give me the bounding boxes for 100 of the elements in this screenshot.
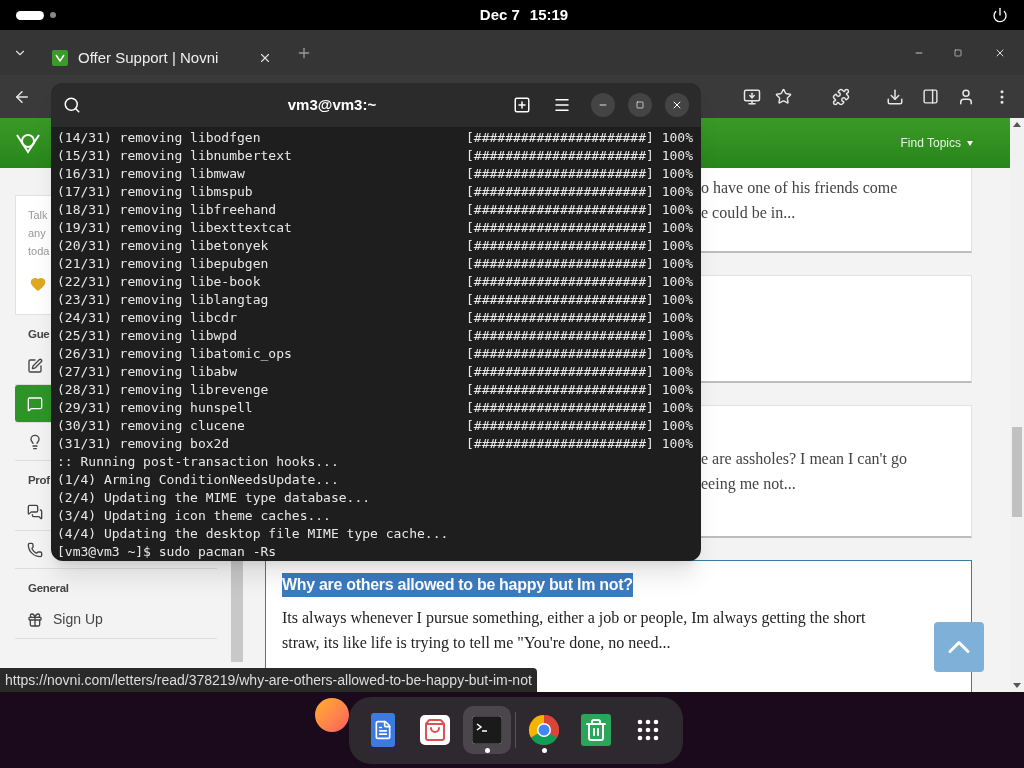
extensions-icon[interactable] <box>832 87 850 106</box>
site-favicon <box>52 50 68 66</box>
lightbulb-icon <box>27 433 43 450</box>
terminal-line: (21/31) removing libepubgen <box>57 255 270 273</box>
date-text[interactable]: Dec 7 <box>479 3 520 27</box>
terminal-line: (17/31) removing libmspub <box>57 183 254 201</box>
terminal-line: (23/31) removing liblangtag <box>57 291 270 309</box>
post-excerpt: Its always whenever I pursue something, either a job or people, Im always getting the short <box>282 608 866 629</box>
sidebar-scrollbar[interactable] <box>231 561 243 662</box>
progress-text: [######################] 100% <box>466 201 693 219</box>
document-icon <box>371 713 395 747</box>
chat-bubbles-icon <box>27 503 43 520</box>
close-tab-icon[interactable] <box>258 51 272 65</box>
post-card[interactable]: o have one of his friends come e could be in... <box>701 168 972 253</box>
clock-text[interactable]: 15:19 <box>529 3 569 27</box>
progress-text: [######################] 100% <box>466 183 693 201</box>
phone-icon <box>27 541 43 558</box>
progress-text: [######################] 100% <box>466 309 693 327</box>
terminal-line: (31/31) removing box2d <box>57 435 231 453</box>
post-excerpt: e could be in... <box>701 202 796 223</box>
section-heading: General <box>28 581 69 596</box>
progress-text: [######################] 100% <box>466 291 693 309</box>
site-logo-icon[interactable] <box>15 132 41 154</box>
post-card[interactable]: e are assholes? I mean I can't go eeing me not... <box>701 405 972 538</box>
new-tab-icon[interactable] <box>513 96 531 114</box>
intro-text: Talk <box>28 208 48 223</box>
terminal-line: (22/31) removing libe-book <box>57 273 262 291</box>
terminal-icon <box>472 716 502 744</box>
terminal-line: [vm3@vm3 ~]$ sudo pacman -Rs <box>57 543 278 561</box>
sidebar-item[interactable]: Sign Up <box>15 601 217 638</box>
terminal-line: (18/31) removing libfreehand <box>57 201 278 219</box>
intro-text: toda <box>28 244 50 259</box>
terminal-line: (4/4) Updating the desktop file MIME type cache... <box>57 525 450 543</box>
maximize-icon <box>636 101 644 109</box>
search-icon[interactable] <box>63 96 81 114</box>
progress-text: [######################] 100% <box>466 417 693 435</box>
bag-icon <box>420 715 450 745</box>
progress-text: [######################] 100% <box>466 255 693 273</box>
download-icon[interactable] <box>886 87 904 106</box>
close-button[interactable] <box>665 93 689 117</box>
terminal-line: (28/31) removing librevenge <box>57 381 270 399</box>
progress-text: [######################] 100% <box>466 327 693 345</box>
terminal-line: (19/31) removing libexttextcat <box>57 219 293 237</box>
terminal-line: (29/31) removing hunspell <box>57 399 254 417</box>
terminal-line: (16/31) removing libmwaw <box>57 165 246 183</box>
post-excerpt: e are assholes? I mean I can't go <box>701 449 907 470</box>
find-topics-menu[interactable]: Find Topics <box>900 134 973 152</box>
progress-text: [######################] 100% <box>466 237 693 255</box>
progress-text: [######################] 100% <box>466 435 693 453</box>
section-heading: Prof <box>28 473 50 488</box>
sidebar-item[interactable] <box>15 385 51 422</box>
terminal-line: (3/4) Updating icon theme caches... <box>57 507 332 525</box>
caret-icon <box>967 140 973 146</box>
side-panel-icon[interactable] <box>922 88 939 105</box>
status-url: https://novni.com/letters/read/378219/why-are-others-allowed-to-be-happy-but-im-not <box>0 668 537 692</box>
close-icon <box>671 99 683 111</box>
install-app-icon[interactable] <box>743 87 761 106</box>
terminal-line: (27/31) removing libabw <box>57 363 238 381</box>
progress-text: [######################] 100% <box>466 129 693 147</box>
section-heading: Gue <box>28 327 50 342</box>
minimize-button[interactable] <box>591 93 615 117</box>
activities-pill[interactable] <box>16 10 44 20</box>
progress-text: [######################] 100% <box>466 219 693 237</box>
post-excerpt: straw, its like life is trying to tell me "You're done, no need... <box>282 633 671 654</box>
chrome-icon <box>528 714 560 746</box>
recycle-bin-icon <box>581 714 611 746</box>
terminal-line: (30/31) removing clucene <box>57 417 246 435</box>
terminal-line: (1/4) Arming ConditionNeedsUpdate... <box>57 471 340 489</box>
progress-text: [######################] 100% <box>466 363 693 381</box>
window-title: vm3@vm3:~ <box>286 94 378 115</box>
app-grid-icon <box>637 719 659 741</box>
intro-text: any <box>28 226 46 241</box>
progress-text: [######################] 100% <box>466 273 693 291</box>
gift-icon <box>27 611 43 628</box>
terminal-line: (2/4) Updating the MIME type database... <box>57 489 372 507</box>
progress-text: [######################] 100% <box>466 147 693 165</box>
progress-text: [######################] 100% <box>466 381 693 399</box>
floating-orb <box>315 698 349 732</box>
progress-text: [######################] 100% <box>466 399 693 417</box>
post-title[interactable]: Why are others allowed to be happy but Im not? <box>282 573 633 597</box>
edit-icon <box>27 357 43 374</box>
post-excerpt: o have one of his friends come <box>701 177 898 198</box>
terminal-line: (26/31) removing libatomic_ops <box>57 345 293 363</box>
profile-icon[interactable] <box>957 87 975 106</box>
terminal-line: (24/31) removing libcdr <box>57 309 238 327</box>
post-excerpt: eeing me not... <box>701 474 796 495</box>
scroll-up-arrow-icon[interactable] <box>1013 122 1021 127</box>
terminal-line: (20/31) removing libetonyek <box>57 237 270 255</box>
maximize-icon[interactable] <box>954 48 962 57</box>
terminal-line: (14/31) removing libodfgen <box>57 129 262 147</box>
tab-title: Offer Support | Novni <box>78 47 220 68</box>
scroll-down-arrow-icon[interactable] <box>1013 683 1021 688</box>
terminal-line: :: Running post-transaction hooks... <box>57 453 340 471</box>
bookmark-star-icon[interactable] <box>775 88 792 105</box>
maximize-button[interactable] <box>628 93 652 117</box>
chat-icon <box>27 395 43 412</box>
scrollbar-thumb[interactable] <box>1012 427 1022 517</box>
power-icon[interactable] <box>992 7 1008 23</box>
terminal-line: (15/31) removing libnumbertext <box>57 147 293 165</box>
menu-icon[interactable] <box>553 96 571 114</box>
